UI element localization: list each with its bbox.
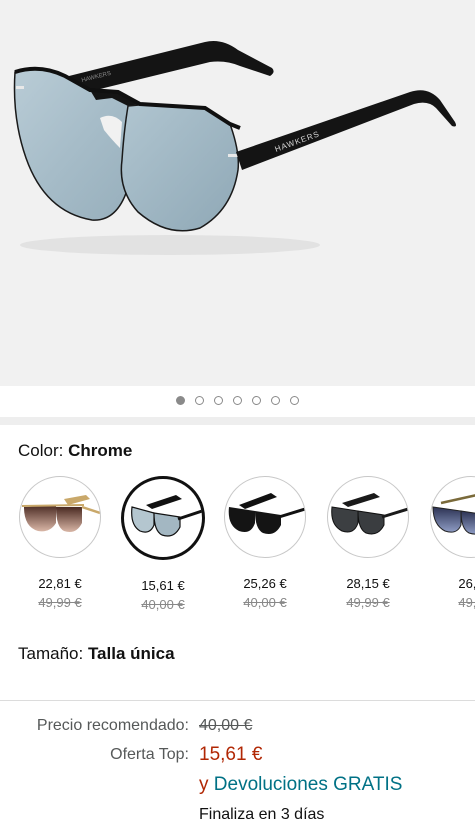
swatch-price: 28,15 € (346, 576, 390, 591)
color-label-key: Color: (18, 441, 64, 460)
deal-ends-text: Finaliza en 3 días (199, 806, 325, 823)
chrome-sunglasses-thumbnail (131, 495, 202, 537)
grey-sunglasses-thumbnail (331, 493, 408, 535)
color-label: Color: Chrome (18, 441, 132, 461)
swatch-old-price: 49,9 (458, 595, 475, 610)
swatch-thumbnail (224, 476, 306, 558)
carousel-dot-7[interactable] (290, 396, 299, 405)
color-swatch-brown[interactable]: 22,81 € 49,99 € (17, 476, 103, 610)
free-returns-link[interactable]: Devoluciones GRATIS (214, 774, 403, 795)
recommended-price-row: Precio recomendado: 40,00 € (0, 717, 475, 743)
carousel-dot-1[interactable] (176, 396, 185, 405)
swatch-thumbnail (327, 476, 409, 558)
blue-sunglasses-thumbnail (432, 494, 475, 535)
offer-price-value: 15,61 € (199, 744, 263, 765)
swatch-old-price: 40,00 € (243, 595, 287, 610)
swatch-thumbnail (430, 476, 475, 558)
divider (0, 700, 475, 701)
deal-ends-row: Finaliza en 3 días (0, 806, 475, 832)
sunglasses-image: HAWKERS HAWKERS (13, 41, 456, 255)
returns-conjunction: y (199, 774, 209, 795)
product-image[interactable]: HAWKERS HAWKERS (0, 0, 475, 386)
recommended-price-value: 40,00 € (199, 717, 253, 734)
black-sunglasses-thumbnail (228, 493, 305, 534)
offer-label: Oferta Top: (110, 746, 189, 763)
swatch-old-price: 40,00 € (141, 597, 185, 612)
carousel-dot-3[interactable] (214, 396, 223, 405)
selected-color-name: Chrome (68, 441, 133, 460)
swatch-thumbnail (19, 476, 101, 558)
swatch-price: 15,61 € (141, 578, 185, 593)
color-swatch-chrome[interactable]: 15,61 € 40,00 € (120, 476, 206, 612)
size-value: Talla única (87, 644, 175, 663)
color-swatch-dark-grey[interactable]: 28,15 € 49,99 € (325, 476, 411, 610)
size-label-key: Tamaño: (18, 644, 84, 663)
offer-price-row: Oferta Top: 15,61 € (0, 744, 475, 771)
swatch-old-price: 49,99 € (346, 595, 390, 610)
carousel-dot-5[interactable] (252, 396, 261, 405)
image-carousel-dots (0, 396, 475, 408)
swatch-old-price: 49,99 € (38, 595, 82, 610)
carousel-dot-4[interactable] (233, 396, 242, 405)
color-swatch-list: 22,81 € 49,99 € 15,61 € 40,00 € 25,26 € (0, 476, 475, 616)
carousel-dot-2[interactable] (195, 396, 204, 405)
size-label: Tamaño: Talla única (18, 644, 175, 664)
swatch-price: 25,26 € (243, 576, 287, 591)
swatch-thumbnail (121, 476, 205, 560)
carousel-dot-6[interactable] (271, 396, 280, 405)
free-returns-row: y Devoluciones GRATIS (0, 774, 475, 800)
section-separator (0, 417, 475, 425)
swatch-price: 26,7 (458, 576, 475, 591)
brown-sunglasses-thumbnail (21, 495, 100, 532)
swatch-price: 22,81 € (38, 576, 82, 591)
recommended-price-label: Precio recomendado: (36, 717, 189, 734)
color-swatch-black[interactable]: 25,26 € 40,00 € (222, 476, 308, 610)
color-swatch-blue[interactable]: 26,7 49,9 (428, 476, 475, 610)
